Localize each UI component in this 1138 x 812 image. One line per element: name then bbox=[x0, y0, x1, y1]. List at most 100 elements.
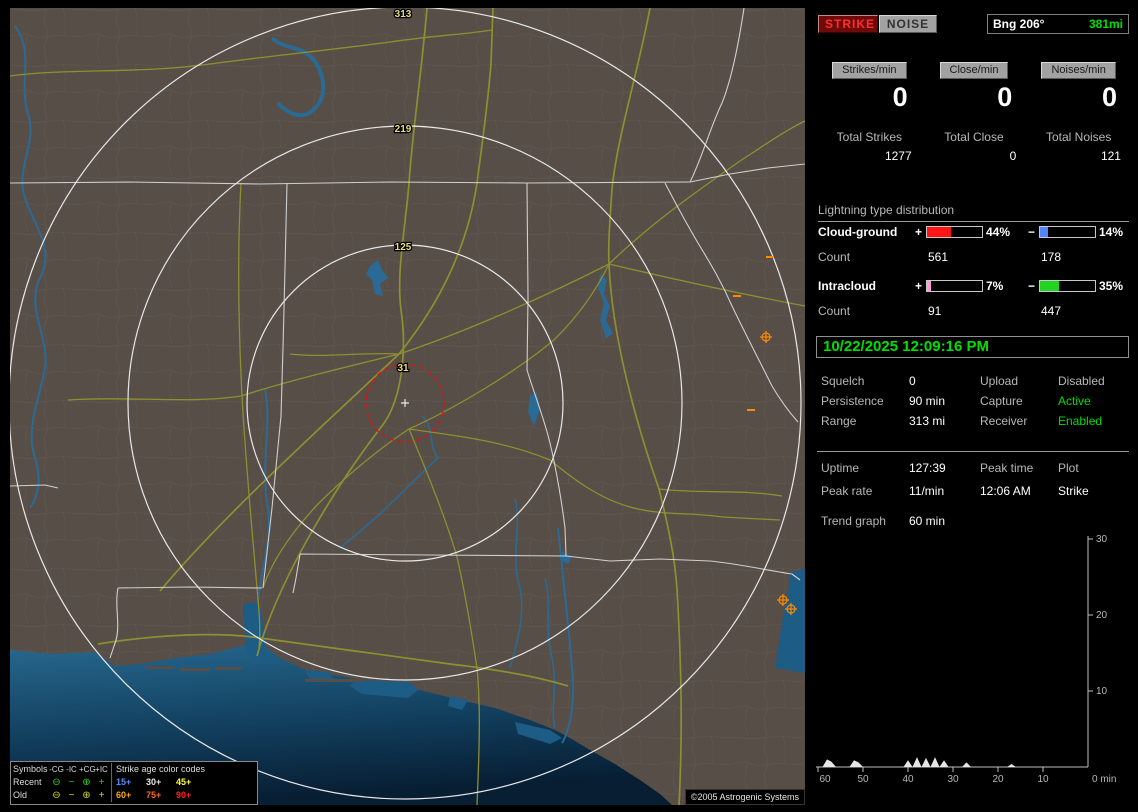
legend-recent-ages: 15+ 30+ 45+ bbox=[111, 776, 206, 789]
total-values: 1277 0 121 bbox=[817, 149, 1131, 163]
range-label: Range bbox=[821, 414, 857, 428]
cg-plus-pct: 44% bbox=[986, 225, 1011, 239]
legend-col-neg-cg: -CG bbox=[49, 765, 64, 774]
ring-label: 125 bbox=[395, 242, 412, 253]
copyright-notice: ©2005 Astrogenic Systems bbox=[684, 789, 805, 805]
svg-text:30: 30 bbox=[1096, 534, 1108, 545]
trend-graph-row: Trend graph 60 min bbox=[815, 514, 1131, 529]
trend-area bbox=[818, 757, 1088, 767]
age-75: 75+ bbox=[146, 790, 162, 800]
ic-plus-bar bbox=[926, 280, 983, 292]
neg-ic-old-icon: − bbox=[68, 790, 75, 801]
total-noises-value: 121 bbox=[1100, 149, 1121, 163]
trend-graph-label: Trend graph bbox=[821, 514, 886, 528]
svg-text:30: 30 bbox=[947, 774, 959, 785]
bearing-range: 381mi bbox=[1088, 17, 1123, 31]
peak-time-value: 12:06 AM bbox=[980, 484, 1031, 498]
capture-label: Capture bbox=[980, 394, 1023, 408]
cg-plus-count: 561 bbox=[928, 250, 949, 264]
age-15: 15+ bbox=[116, 777, 132, 787]
minus-sign: − bbox=[1028, 225, 1036, 239]
svg-text:20: 20 bbox=[992, 774, 1004, 785]
legend-old-row: Old ⊖ − ⊕ + 60+ 75+ 90+ bbox=[13, 789, 255, 802]
pos-ic-old-icon: + bbox=[98, 790, 105, 801]
cg-minus-bar bbox=[1039, 226, 1096, 238]
distribution-title: Lightning type distribution bbox=[818, 203, 1129, 222]
uptime-row: Uptime 127:39 Peak time Plot bbox=[815, 461, 1131, 476]
cloud-ground-label: Cloud-ground bbox=[818, 225, 898, 239]
peak-time-label: Peak time bbox=[980, 461, 1034, 475]
legend-age-title: Strike age color codes bbox=[111, 763, 220, 776]
total-strikes-value: 1277 bbox=[884, 149, 912, 163]
count-label: Count bbox=[818, 304, 851, 318]
legend-col-neg-ic: -IC bbox=[66, 765, 77, 774]
svg-text:10: 10 bbox=[1037, 774, 1049, 785]
svg-text:40: 40 bbox=[902, 774, 914, 785]
peak-rate-value: 11/min bbox=[909, 484, 945, 498]
total-close-value: 0 bbox=[1009, 149, 1017, 163]
neg-cg-old-icon: ⊖ bbox=[52, 790, 61, 801]
plot-label: Plot bbox=[1058, 461, 1079, 475]
neg-ic-recent-icon: − bbox=[68, 777, 75, 788]
map-canvas: 313 219 125 31 bbox=[10, 8, 805, 805]
minus-sign: − bbox=[1028, 279, 1036, 293]
rate-values: 0 0 0 bbox=[817, 82, 1131, 113]
trend-graph: 30 20 10 60 50 40 30 20 10 0 min bbox=[816, 534, 1116, 785]
map-legend: Symbols -CG -IC +CG +IC Strike age color… bbox=[10, 761, 258, 805]
noises-per-min-value: 0 bbox=[1101, 82, 1117, 112]
total-noises-label: Total Noises bbox=[1045, 130, 1112, 144]
ring-label: 313 bbox=[395, 9, 412, 20]
peak-rate-label: Peak rate bbox=[821, 484, 873, 498]
svg-text:50: 50 bbox=[857, 774, 869, 785]
cg-minus-count: 178 bbox=[1041, 250, 1062, 264]
pos-ic-recent-icon: + bbox=[98, 777, 105, 788]
legend-col-pos-cg: +CG bbox=[79, 765, 96, 774]
strikes-per-min-header: Strikes/min bbox=[832, 62, 907, 79]
neg-cg-recent-icon: ⊖ bbox=[52, 777, 61, 788]
cg-minus-pct: 14% bbox=[1099, 225, 1124, 239]
close-per-min-header: Close/min bbox=[939, 62, 1009, 79]
persistence-row: Persistence 90 min Capture Active bbox=[815, 394, 1131, 409]
count-label: Count bbox=[818, 250, 851, 264]
intracloud-row: Intracloud + 7% − 35% bbox=[818, 279, 1132, 293]
bearing-box: Bng 206° 381mi bbox=[987, 14, 1129, 34]
uptime-label: Uptime bbox=[821, 461, 860, 475]
squelch-row: Squelch 0 Upload Disabled bbox=[815, 374, 1131, 389]
legend-col-pos-ic: +IC bbox=[95, 765, 108, 774]
total-strikes-label: Total Strikes bbox=[836, 130, 902, 144]
age-60: 60+ bbox=[116, 790, 132, 800]
total-close-label: Total Close bbox=[944, 130, 1004, 144]
ring-label: 31 bbox=[397, 363, 409, 374]
age-45: 45+ bbox=[176, 777, 192, 787]
persistence-value: 90 min bbox=[909, 394, 946, 408]
intracloud-label: Intracloud bbox=[818, 279, 877, 293]
persistence-label: Persistence bbox=[821, 394, 884, 408]
plot-value: Strike bbox=[1058, 484, 1089, 498]
svg-text:0 min: 0 min bbox=[1092, 774, 1116, 785]
ic-minus-count: 447 bbox=[1041, 304, 1062, 318]
legend-header-row: Symbols -CG -IC +CG +IC Strike age color… bbox=[13, 763, 255, 776]
strike-indicator[interactable]: STRIKE bbox=[818, 15, 878, 33]
range-row: Range 313 mi Receiver Enabled bbox=[815, 414, 1131, 429]
age-30: 30+ bbox=[146, 777, 162, 787]
squelch-label: Squelch bbox=[821, 374, 865, 388]
noise-indicator[interactable]: NOISE bbox=[879, 15, 937, 33]
receiver-status: Enabled bbox=[1058, 414, 1103, 428]
ic-minus-bar bbox=[1039, 280, 1096, 292]
bearing-label: Bng 206° bbox=[993, 17, 1045, 31]
capture-status: Active bbox=[1058, 394, 1091, 408]
upload-label: Upload bbox=[980, 374, 1019, 388]
plus-sign: + bbox=[915, 279, 923, 293]
ic-plus-pct: 7% bbox=[986, 279, 1004, 293]
cloud-ground-count-row: Count 561 178 bbox=[818, 250, 1132, 264]
cg-plus-bar bbox=[926, 226, 983, 238]
plus-sign: + bbox=[915, 225, 923, 239]
cloud-ground-row: Cloud-ground + 44% − 14% bbox=[818, 225, 1132, 239]
svg-text:10: 10 bbox=[1096, 686, 1108, 697]
peak-rate-row: Peak rate 11/min 12:06 AM Strike bbox=[815, 484, 1131, 499]
strikes-per-min-value: 0 bbox=[892, 82, 908, 112]
status-panel: STRIKE NOISE Bng 206° 381mi Strikes/min … bbox=[815, 0, 1138, 812]
legend-old-label: Old bbox=[13, 790, 28, 800]
uptime-value: 127:39 bbox=[909, 461, 946, 475]
legend-recent-label: Recent bbox=[13, 777, 42, 787]
